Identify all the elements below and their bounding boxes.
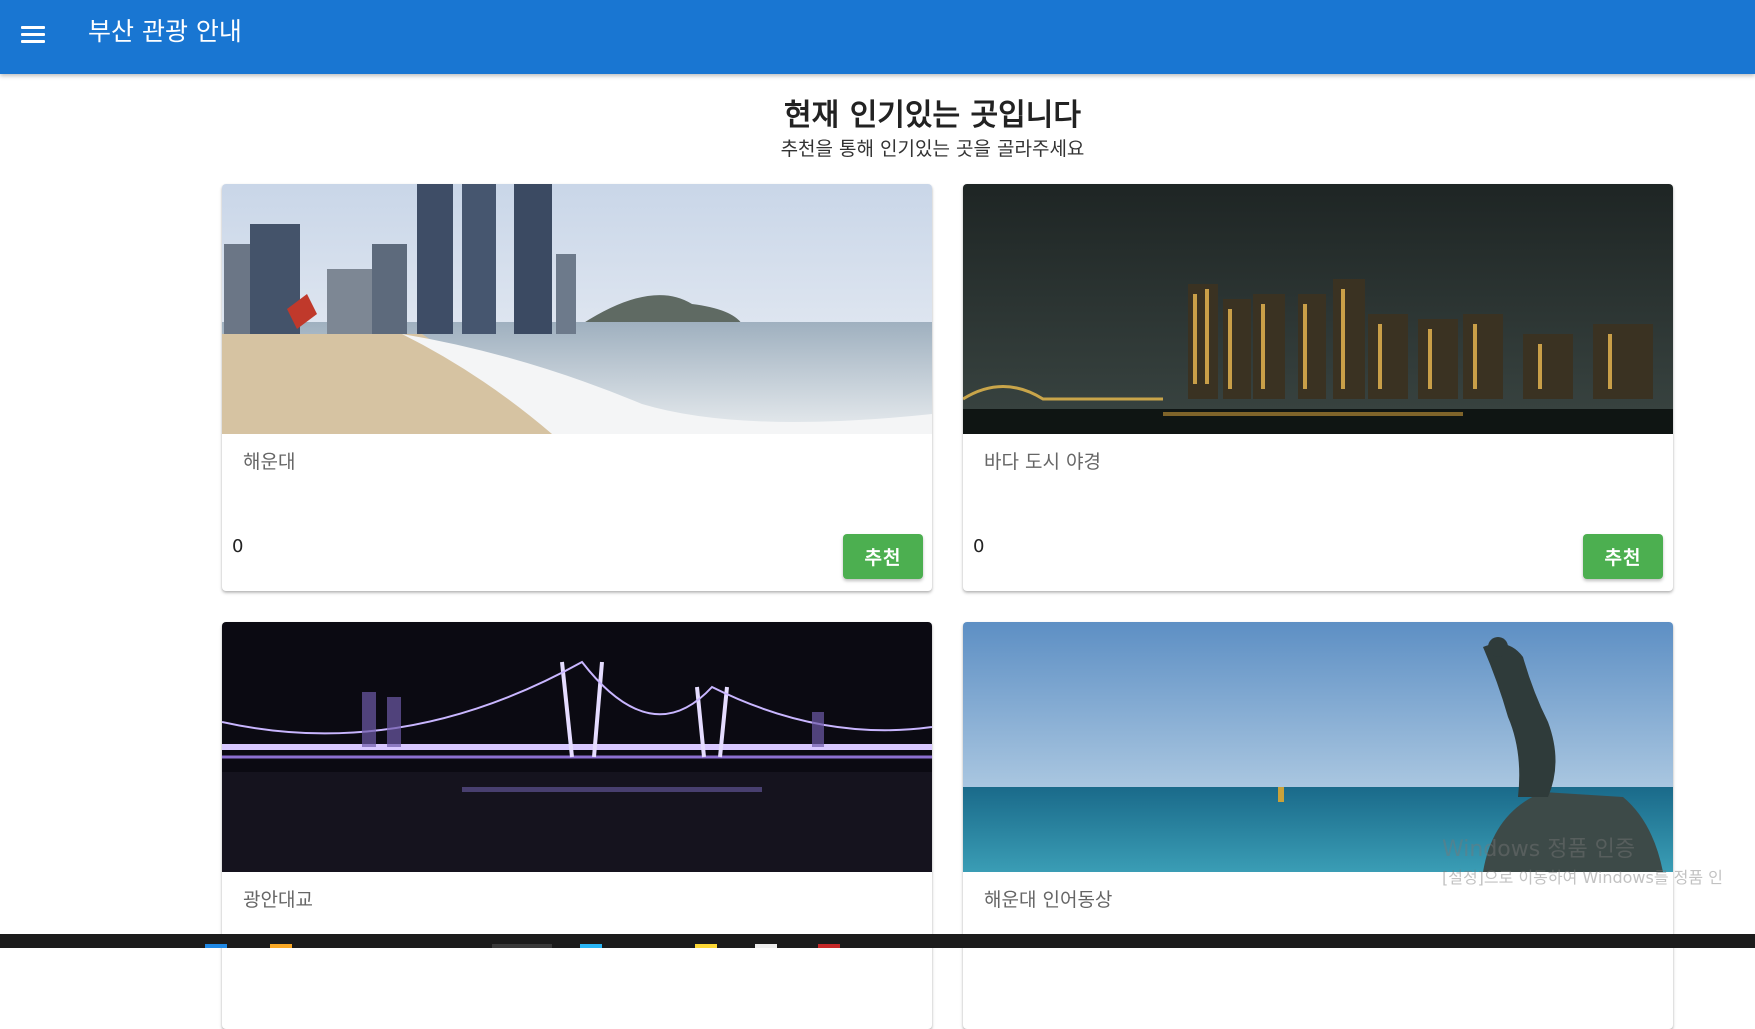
page-title: 현재 인기있는 곳입니다	[784, 98, 1081, 133]
taskbar-app-icon[interactable]	[755, 944, 777, 948]
taskbar-active-app-icon[interactable]	[492, 944, 552, 948]
taskbar	[0, 934, 1755, 948]
taskbar-app-icon[interactable]	[580, 944, 602, 948]
windows-activation-title: Windows 정품 인증	[1442, 837, 1636, 862]
card-title: 해운대 인어동상	[984, 889, 1113, 911]
place-card-gwangan-bridge: 광안대교	[222, 622, 932, 1029]
card-title: 바다 도시 야경	[984, 451, 1101, 473]
taskbar-app-icon[interactable]	[695, 944, 717, 948]
city-night-skyline-photo	[963, 184, 1673, 434]
recommend-count: 0	[232, 536, 244, 557]
taskbar-app-icon[interactable]	[205, 944, 227, 948]
menu-icon[interactable]	[21, 26, 45, 44]
app-title: 부산 관광 안내	[88, 17, 242, 46]
page-subtitle: 추천을 통해 인기있는 곳을 골라주세요	[780, 138, 1085, 160]
taskbar-app-icon[interactable]	[270, 944, 292, 948]
gwangan-bridge-night-photo	[222, 622, 932, 872]
place-card-haeundae: 해운대	[222, 184, 932, 591]
app-bar: 부산 관광 안내	[0, 0, 1755, 74]
recommend-count: 0	[973, 536, 985, 557]
card-title: 광안대교	[243, 889, 313, 911]
recommend-button[interactable]: 추천	[843, 534, 923, 579]
card-title: 해운대	[243, 451, 296, 473]
place-card-night-city: 바다 도시 야경	[963, 184, 1673, 591]
taskbar-app-icon[interactable]	[818, 944, 840, 948]
windows-activation-subtitle: [설정]으로 이동하여 Windows를 정품 인	[1442, 868, 1723, 887]
recommend-button[interactable]: 추천	[1583, 534, 1663, 579]
place-card-mermaid-statue: 해운대 인어동상	[963, 622, 1673, 1029]
haeundae-beach-photo	[222, 184, 932, 434]
